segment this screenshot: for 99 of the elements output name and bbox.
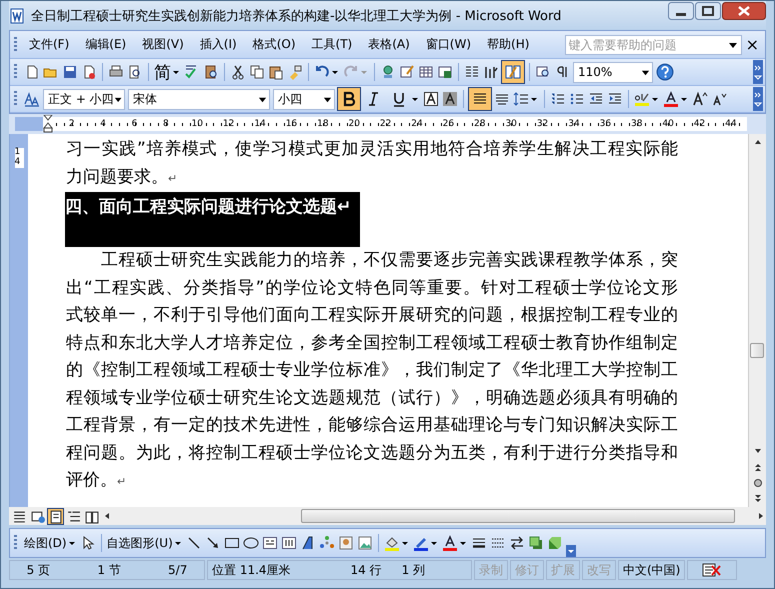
shadow-icon[interactable] [528,535,544,551]
maximize-button[interactable] [695,2,721,20]
minimize-button[interactable] [668,2,694,20]
save-icon[interactable] [62,64,78,80]
text-line: 工程硕士研究生实践能力的培养，不仅需要逐步完善实践课程教学体系，突 [100,249,678,272]
menu-item[interactable]: 视图(V) [134,34,192,55]
line-spacing-icon[interactable] [513,91,529,107]
normal-view-icon[interactable] [12,508,27,524]
simplified-chinese-button[interactable]: 简 [154,60,171,84]
language-indicator[interactable]: 中文(中国) [618,560,686,580]
rectangle-icon[interactable] [224,535,240,551]
copy-icon[interactable] [249,64,265,80]
spelling-status-icon[interactable] [702,563,722,577]
clip-art-icon[interactable] [338,535,354,551]
toolbar-options-icon[interactable] [753,87,763,111]
section-number: 1 节 [97,562,121,578]
font-color-icon[interactable] [663,91,679,107]
scroll-thumb[interactable] [750,343,764,358]
next-page-icon[interactable] [752,494,762,504]
help-icon[interactable] [656,63,674,81]
fill-color-icon[interactable] [384,535,400,551]
toolbar-options-icon[interactable] [566,545,576,557]
paste-icon[interactable] [268,64,284,80]
text-line: 的《控制工程领域工程硕士专业学位标准》，我们制定了《华北理工大学控制工 [66,359,678,382]
text-line: 程领域专业学位硕士研究生论文选题规范（试行）》，明确选题必须具有明确的 [66,386,678,410]
3d-style-icon[interactable] [546,535,563,551]
outline-view-icon[interactable] [66,508,81,524]
grow-font-icon[interactable] [692,91,708,107]
character-shading-icon[interactable] [442,91,458,107]
font-color-icon[interactable] [442,535,458,551]
draw-menu[interactable]: 绘图(D) [24,534,67,552]
ruler-number: 12 [212,119,244,129]
cut-icon[interactable] [230,64,246,80]
close-document-button[interactable]: × [742,35,763,54]
line-color-icon[interactable] [412,535,429,551]
style-dropdown[interactable]: 正文 + 小四 [43,88,125,110]
menu-item[interactable]: 格式(O) [244,34,304,55]
oval-icon[interactable] [242,535,259,551]
menu-item[interactable]: 工具(T) [304,34,360,55]
menu-item[interactable]: 帮助(H) [479,34,538,55]
page-number: 5 页 [26,562,50,578]
zoom-dropdown[interactable]: 110% [573,62,653,82]
page-count: 5/7 [168,563,188,577]
dropdown-caret-icon [258,94,267,104]
dropdown-caret-icon [323,94,332,104]
picture-icon[interactable] [356,535,373,551]
reading-layout-button[interactable] [502,61,524,83]
ruler-number: 38 [621,119,652,129]
menu-item[interactable]: 编辑(E) [77,34,134,55]
spreadsheet-icon[interactable] [437,64,453,80]
text-box-icon[interactable] [262,535,278,551]
font-dropdown[interactable]: 宋体 [128,88,270,110]
highlight-icon[interactable] [634,91,650,107]
menu-item[interactable]: 插入(I) [192,34,245,55]
text-line: 式较单一，不利于引导他们面向工程实际开展研究的问题，根据控制工程专业的 [66,304,678,327]
font-size-dropdown[interactable]: 小四 [273,88,335,110]
close-button[interactable] [722,2,766,20]
text-line: 习一实践”培养模式，使学习模式更加灵活实用地符合培养学生解决工程实际能 [66,138,678,161]
arrow-icon[interactable] [204,535,221,551]
reading-layout-view-icon[interactable] [84,508,99,524]
diagram-icon[interactable] [318,535,335,551]
dropdown-caret-icon [641,68,650,76]
character-border-icon[interactable] [423,91,439,107]
bulleted-list-icon[interactable] [569,91,585,107]
word-document-icon [9,8,25,24]
web-layout-view-icon[interactable] [30,508,45,524]
line-number: 14 行 [350,562,382,578]
shrink-font-icon[interactable] [711,91,727,107]
research-icon[interactable] [203,64,219,80]
bold-button[interactable] [338,88,360,110]
text-line: 评价。↵ [66,469,128,492]
section-heading: 四、面向工程实际问题进行论文选题↵ [65,192,360,247]
browse-object-icon[interactable] [752,478,762,488]
menu-item[interactable]: 文件(F) [21,34,78,55]
text-line: 特点和东北大学人才培养定位，参考全国控制工程领域工程硕士教育协作组制定 [66,332,678,354]
menu-item[interactable]: 窗口(W) [418,34,480,55]
justify-button[interactable] [469,88,491,110]
ruler-number: 14 [14,148,24,168]
ruler-number: 22 [370,119,402,129]
styles-icon[interactable] [24,91,40,107]
table-icon[interactable] [418,64,434,80]
numbered-list-icon[interactable] [550,91,566,107]
previous-page-icon[interactable] [752,462,762,472]
autoshapes-menu[interactable]: 自选图形(U) [106,534,173,552]
text-line: 力问题要求。↵ [66,166,178,188]
toolbar-options-icon[interactable] [753,60,763,84]
window-title: 全日制工程硕士研究生实践创新能力培养体系的构建-以华北理工大学为例 - Microsoft Word [31,8,562,24]
text-line: 工程背景，有一定的技术先进性，能够综合运用基础理论与专门知识解决实际工 [66,414,678,437]
arrow-style-icon[interactable] [508,535,525,551]
vertical-text-box-icon[interactable] [280,535,297,551]
drawing-table-icon[interactable] [399,64,415,80]
print-layout-view-icon[interactable] [48,508,63,524]
text-line: 程问题。为此，将控制工程硕士学位论文选题分为五类，有利于进行分类指导和 [66,442,678,464]
menu-item[interactable]: 表格(A) [360,34,418,55]
line-icon[interactable] [186,535,202,551]
indent-marker-icon[interactable] [43,115,53,133]
text-line: 出“工程实践、分类指导”的学位论文特色同等重要。针对工程硕士学位论文形 [66,276,678,300]
cursor-position: 位置 11.4厘米 [212,562,291,578]
column-number: 1 列 [402,562,426,578]
